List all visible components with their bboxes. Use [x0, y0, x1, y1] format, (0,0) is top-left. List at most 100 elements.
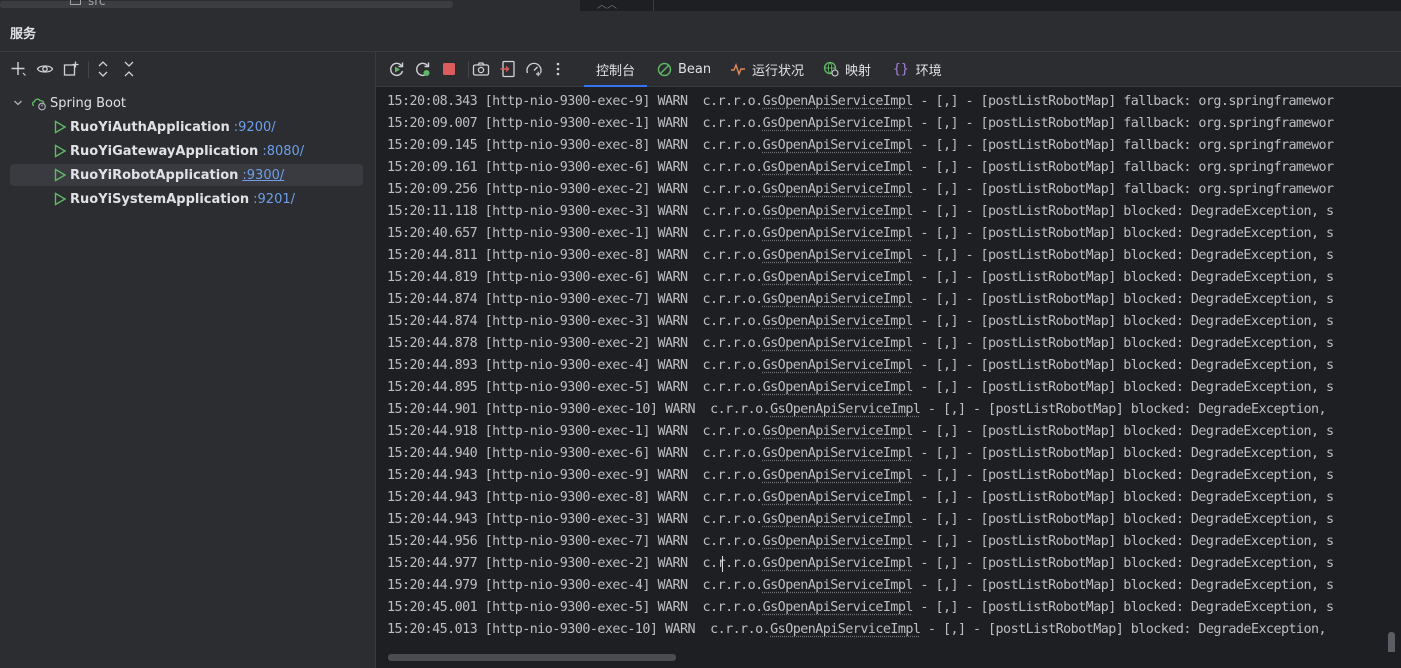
log-logger-class-link[interactable]: GsOpenApiServiceImpl	[763, 248, 914, 263]
log-logger-class-link[interactable]: GsOpenApiServiceImpl	[763, 468, 914, 483]
log-line: 15:20:44.878 [http-nio-9300-exec-2] WARN…	[387, 333, 1334, 355]
log-message: - [,] - [postListRobotMap] blocked: Degr…	[912, 292, 1334, 307]
log-logger-class-link[interactable]: GsOpenApiServiceImpl	[763, 270, 914, 285]
log-logger-class-link[interactable]: GsOpenApiServiceImpl	[770, 402, 921, 417]
log-logger-class-link[interactable]: GsOpenApiServiceImpl	[763, 182, 914, 197]
log-line: 15:20:09.256 [http-nio-9300-exec-2] WARN…	[387, 179, 1334, 201]
service-port-link[interactable]: :9201/	[253, 192, 295, 207]
console-output[interactable]: 15:20:08.343 [http-nio-9300-exec-9] WARN…	[376, 87, 1401, 652]
tab-bean[interactable]: Bean	[657, 52, 711, 86]
run-icon[interactable]	[53, 168, 67, 182]
log-line: 15:20:44.940 [http-nio-9300-exec-6] WARN…	[387, 443, 1334, 465]
run-icon[interactable]	[53, 144, 67, 158]
add-service-button[interactable]	[6, 52, 32, 86]
run-icon[interactable]	[53, 192, 67, 206]
service-row-auth[interactable]: RuoYiAuthApplication :9200/	[10, 116, 363, 138]
log-level: WARN	[657, 380, 688, 395]
log-logger-class-link[interactable]: GsOpenApiServiceImpl	[763, 578, 914, 593]
log-timestamp: 15:20:11.118	[387, 204, 478, 219]
log-logger-class-link[interactable]: GsOpenApiServiceImpl	[763, 512, 914, 527]
log-logger-class-link[interactable]: GsOpenApiServiceImpl	[763, 94, 914, 109]
log-logger-class-link[interactable]: GsOpenApiServiceImpl	[763, 490, 914, 505]
log-thread: [http-nio-9300-exec-3]	[484, 512, 651, 527]
screenshot-button[interactable]	[469, 52, 493, 86]
log-message: - [,] - [postListRobotMap] fallback: org…	[912, 94, 1334, 109]
log-level: WARN	[657, 468, 688, 483]
log-logger-class-link[interactable]: GsOpenApiServiceImpl	[763, 534, 914, 549]
log-message: - [,] - [postListRobotMap] blocked: Degr…	[912, 314, 1334, 329]
log-thread: [http-nio-9300-exec-6]	[484, 446, 651, 461]
service-port-link[interactable]: :8080/	[262, 144, 304, 159]
log-thread: [http-nio-9300-exec-6]	[484, 270, 651, 285]
log-logger-class-link[interactable]: GsOpenApiServiceImpl	[763, 204, 914, 219]
log-logger-class-link[interactable]: GsOpenApiServiceImpl	[763, 446, 914, 461]
log-line: 15:20:44.943 [http-nio-9300-exec-3] WARN…	[387, 509, 1334, 531]
log-thread: [http-nio-9300-exec-4]	[484, 578, 651, 593]
log-level: WARN	[657, 556, 688, 571]
log-logger-class-link[interactable]: GsOpenApiServiceImpl	[763, 160, 914, 175]
log-logger-prefix: c.r.r.o.	[702, 512, 764, 527]
log-logger-class-link[interactable]: GsOpenApiServiceImpl	[763, 138, 914, 153]
service-name: RuoYiRobotApplication	[70, 167, 239, 183]
tab-health[interactable]: 运行状况	[730, 52, 804, 86]
text-caret	[722, 556, 723, 572]
tab-environment[interactable]: {} 环境	[893, 52, 942, 86]
tab-label: 控制台	[596, 63, 636, 79]
tab-console[interactable]: 控制台	[584, 52, 648, 87]
chevron-down-icon[interactable]	[13, 98, 23, 108]
log-logger-class-link[interactable]: GsOpenApiServiceImpl	[763, 380, 914, 395]
new-group-button[interactable]	[58, 52, 84, 86]
log-logger-class-link[interactable]: GsOpenApiServiceImpl	[763, 336, 914, 351]
more-options-button[interactable]	[548, 52, 568, 86]
service-row-robot[interactable]: RuoYiRobotApplication :9300/	[10, 164, 363, 186]
profiler-button[interactable]	[522, 52, 546, 86]
expand-all-button[interactable]	[90, 52, 116, 86]
log-level: WARN	[657, 138, 688, 153]
restart-button[interactable]	[411, 52, 435, 86]
log-timestamp: 15:20:44.943	[387, 468, 478, 483]
service-row-system[interactable]: RuoYiSystemApplication :9201/	[10, 188, 363, 210]
log-line: 15:20:44.893 [http-nio-9300-exec-4] WARN…	[387, 355, 1334, 377]
log-logger-class-link[interactable]: GsOpenApiServiceImpl	[763, 116, 914, 131]
log-timestamp: 15:20:44.819	[387, 270, 478, 285]
log-logger-class-link[interactable]: GsOpenApiServiceImpl	[763, 556, 914, 571]
log-logger-class-link[interactable]: GsOpenApiServiceImpl	[763, 600, 914, 615]
folder-icon	[70, 0, 81, 5]
log-logger-prefix: c.r.r.o.	[702, 248, 764, 263]
new-group-icon	[63, 61, 79, 76]
tab-mappings[interactable]: 映射	[823, 52, 871, 86]
log-logger-class-link[interactable]: GsOpenApiServiceImpl	[763, 226, 914, 241]
console-horizontal-scrollbar[interactable]	[376, 652, 1401, 668]
stop-button[interactable]	[437, 52, 461, 86]
log-thread: [http-nio-9300-exec-7]	[484, 292, 651, 307]
service-port-link[interactable]: :9300/	[242, 168, 284, 183]
tree-group-spring-boot[interactable]: Spring Boot	[10, 92, 363, 114]
log-level: WARN	[664, 622, 696, 637]
log-thread: [http-nio-9300-exec-1]	[484, 116, 651, 131]
log-logger-prefix: c.r.r.o.	[702, 534, 764, 549]
log-logger-class-link[interactable]: GsOpenApiServiceImpl	[763, 292, 914, 307]
scrollbar-thumb[interactable]	[388, 654, 676, 661]
log-timestamp: 15:20:44.895	[387, 380, 478, 395]
service-row-gateway[interactable]: RuoYiGatewayApplication :8080/	[10, 140, 363, 162]
log-message: - [,] - [postListRobotMap] blocked: Degr…	[912, 270, 1334, 285]
console-vertical-scrollbar[interactable]	[1386, 87, 1398, 660]
log-message: - [,] - [postListRobotMap] blocked: Degr…	[912, 446, 1334, 461]
log-thread: [http-nio-9300-exec-4]	[484, 358, 651, 373]
log-logger-class-link[interactable]: GsOpenApiServiceImpl	[770, 622, 921, 637]
log-timestamp: 15:20:44.918	[387, 424, 478, 439]
log-logger-prefix: c.r.r.o.	[702, 336, 764, 351]
run-icon[interactable]	[53, 120, 67, 134]
log-logger-class-link[interactable]: GsOpenApiServiceImpl	[763, 314, 914, 329]
log-logger-class-link[interactable]: GsOpenApiServiceImpl	[763, 358, 914, 373]
view-options-button[interactable]	[32, 52, 58, 86]
service-port-link[interactable]: :9200/	[234, 120, 276, 135]
log-level: WARN	[657, 160, 688, 175]
horizontal-scrollbar-remnant[interactable]	[0, 1, 453, 8]
collapse-all-button[interactable]	[116, 52, 142, 86]
export-button[interactable]	[496, 52, 520, 86]
rerun-button[interactable]	[385, 52, 409, 86]
log-logger-class-link[interactable]: GsOpenApiServiceImpl	[763, 424, 914, 439]
log-timestamp: 15:20:44.956	[387, 534, 478, 549]
log-line: 15:20:44.811 [http-nio-9300-exec-8] WARN…	[387, 245, 1334, 267]
